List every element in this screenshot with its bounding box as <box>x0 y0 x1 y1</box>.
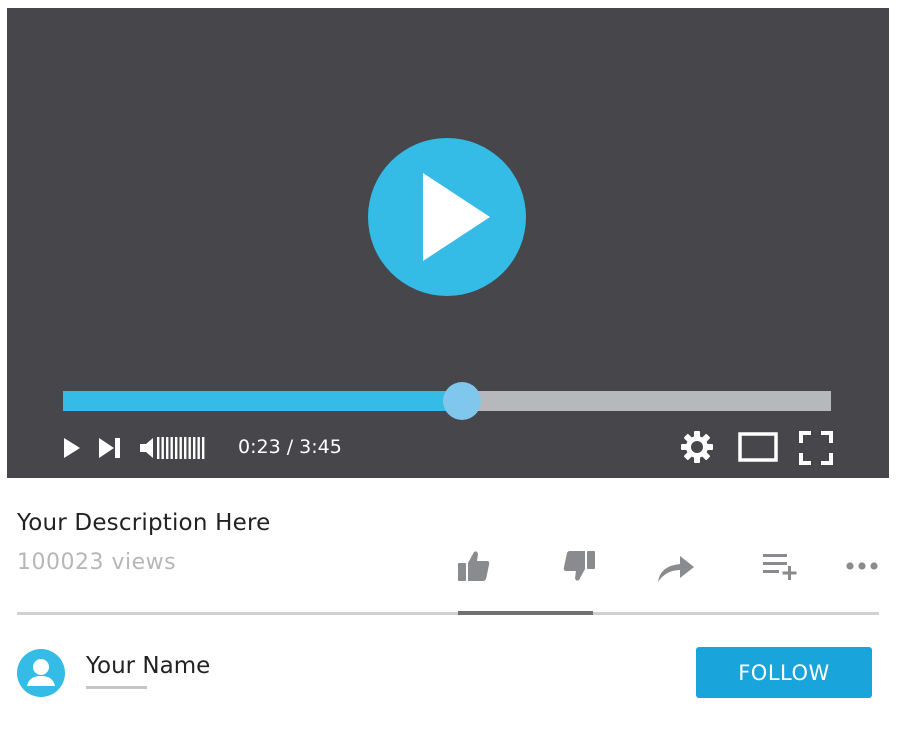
settings-button[interactable] <box>680 430 714 468</box>
section-divider <box>17 612 879 615</box>
progress-thumb[interactable] <box>443 382 482 420</box>
share-icon <box>658 556 694 582</box>
volume-button[interactable] <box>139 434 209 466</box>
next-button[interactable] <box>97 436 123 464</box>
volume-icon <box>140 437 205 459</box>
play-icon <box>423 173 490 261</box>
avatar[interactable] <box>17 649 65 697</box>
play-button[interactable] <box>62 436 82 464</box>
add-to-playlist-icon <box>763 554 797 580</box>
skip-next-icon <box>99 438 120 458</box>
channel-name-underline <box>86 686 147 689</box>
channel-name[interactable]: Your Name <box>86 653 210 679</box>
dislike-button[interactable] <box>561 548 597 588</box>
user-icon <box>27 659 55 686</box>
gear-icon <box>681 431 713 463</box>
video-description: Your Description Here <box>17 510 271 536</box>
like-button[interactable] <box>456 548 492 588</box>
progress-fill <box>63 391 463 411</box>
follow-button[interactable]: FOLLOW <box>696 647 872 698</box>
progress-bar[interactable] <box>63 382 831 420</box>
share-button[interactable] <box>656 552 696 588</box>
theater-mode-icon <box>738 432 778 462</box>
fullscreen-icon <box>799 431 833 465</box>
view-count: 100023 views <box>17 550 177 575</box>
more-options-button[interactable] <box>845 558 881 577</box>
more-icon <box>846 562 878 570</box>
active-section-indicator <box>458 611 593 615</box>
theater-mode-button[interactable] <box>738 432 778 466</box>
play-icon <box>64 438 80 458</box>
thumbs-up-icon <box>458 551 490 581</box>
add-to-playlist-button[interactable] <box>761 551 801 585</box>
video-player[interactable]: 0:23 / 3:45 <box>7 8 889 478</box>
thumbs-down-icon <box>563 551 595 581</box>
big-play-button[interactable] <box>368 138 526 296</box>
time-display: 0:23 / 3:45 <box>238 436 342 458</box>
fullscreen-button[interactable] <box>799 431 833 469</box>
